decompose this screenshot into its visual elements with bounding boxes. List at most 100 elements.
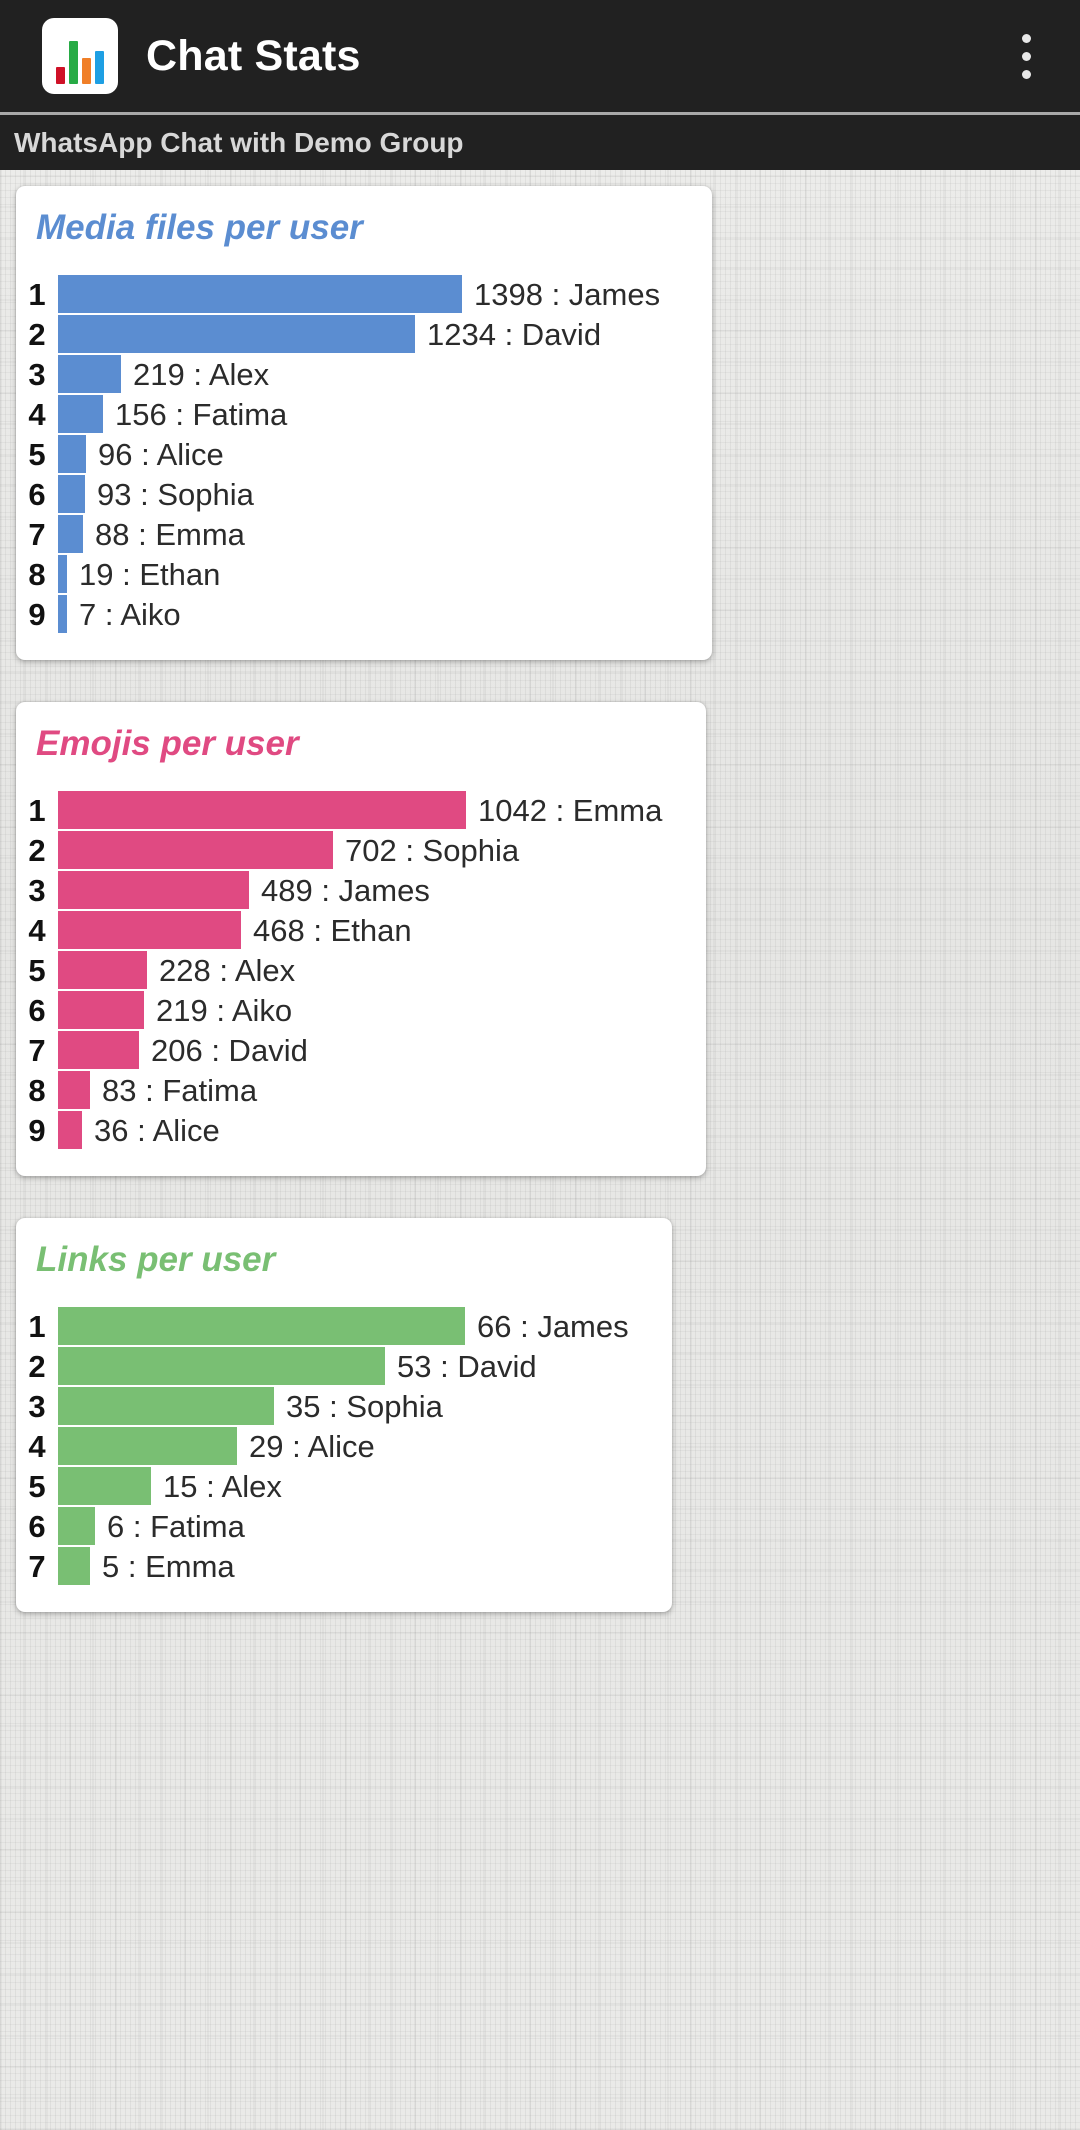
bar-rank: 6 xyxy=(28,476,46,512)
bar-rank: 4 xyxy=(28,1428,46,1464)
bar-value-label: 156 : Fatima xyxy=(115,396,288,432)
app-title: Chat Stats xyxy=(146,31,361,80)
bar-fill xyxy=(58,555,67,593)
bar-row: 4 468 : Ethan xyxy=(16,910,706,950)
bar-rank: 7 xyxy=(28,1032,46,1068)
bar-rank: 1 xyxy=(28,1308,46,1344)
bar-value-label: 206 : David xyxy=(151,1032,308,1068)
bar-track: 468 : Ethan xyxy=(58,911,706,949)
bar-track: 88 : Emma xyxy=(58,515,712,553)
chat-subtitle-bar: WhatsApp Chat with Demo Group xyxy=(0,112,1080,170)
bar-fill xyxy=(58,791,466,829)
bar-fill xyxy=(58,1387,274,1425)
bar-fill xyxy=(58,395,103,433)
bar-value-label: 15 : Alex xyxy=(163,1468,282,1504)
bar-fill xyxy=(58,1071,90,1109)
bar-rank: 7 xyxy=(28,516,46,552)
bar-value-label: 19 : Ethan xyxy=(79,556,221,592)
bar-list: 1 66 : James 2 53 : David 3 35 : Sophia 4 29 : … xyxy=(16,1306,672,1586)
bar-row: 1 1398 : James xyxy=(16,274,712,314)
bar-row: 6 219 : Aiko xyxy=(16,990,706,1030)
bar-track: 15 : Alex xyxy=(58,1467,672,1505)
bar-track: 35 : Sophia xyxy=(58,1387,672,1425)
bar-fill xyxy=(58,1467,151,1505)
bar-fill xyxy=(58,1031,139,1069)
bar-track: 83 : Fatima xyxy=(58,1071,706,1109)
bar-rank: 5 xyxy=(28,436,46,472)
bar-rank: 3 xyxy=(28,1388,46,1424)
bar-value-label: 1398 : James xyxy=(474,276,661,312)
bar-rank: 8 xyxy=(28,556,46,592)
bar-row: 6 6 : Fatima xyxy=(16,1506,672,1546)
bar-rank: 2 xyxy=(28,832,46,868)
bar-value-label: 219 : Aiko xyxy=(156,992,293,1028)
bar-rank: 6 xyxy=(28,992,46,1028)
bar-value-label: 228 : Alex xyxy=(159,952,296,988)
bar-fill xyxy=(58,275,462,313)
bar-row: 3 219 : Alex xyxy=(16,354,712,394)
bar-rank: 7 xyxy=(28,1548,46,1584)
bar-row: 9 36 : Alice xyxy=(16,1110,706,1150)
bar-row: 7 88 : Emma xyxy=(16,514,712,554)
bar-value-label: 5 : Emma xyxy=(102,1548,235,1584)
bar-row: 2 702 : Sophia xyxy=(16,830,706,870)
overflow-menu-icon[interactable] xyxy=(998,14,1054,98)
bar-value-label: 1042 : Emma xyxy=(478,792,663,828)
bar-track: 1398 : James xyxy=(58,275,712,313)
bar-row: 9 7 : Aiko xyxy=(16,594,712,634)
bar-rank: 6 xyxy=(28,1508,46,1544)
bar-value-label: 36 : Alice xyxy=(94,1112,220,1148)
bar-fill xyxy=(58,1507,95,1545)
bar-fill xyxy=(58,991,144,1029)
bar-fill xyxy=(58,1547,90,1585)
bar-track: 53 : David xyxy=(58,1347,672,1385)
bar-row: 8 83 : Fatima xyxy=(16,1070,706,1110)
bar-rank: 5 xyxy=(28,952,46,988)
chat-subtitle-label: WhatsApp Chat with Demo Group xyxy=(14,126,464,158)
bar-fill xyxy=(58,595,67,633)
bar-track: 6 : Fatima xyxy=(58,1507,672,1545)
bar-fill xyxy=(58,951,147,989)
bar-fill xyxy=(58,1111,82,1149)
bar-row: 4 29 : Alice xyxy=(16,1426,672,1466)
bar-chart-app-icon xyxy=(42,18,118,94)
bar-row: 2 53 : David xyxy=(16,1346,672,1386)
bar-value-label: 93 : Sophia xyxy=(97,476,254,512)
bar-fill xyxy=(58,315,415,353)
bar-track: 66 : James xyxy=(58,1307,672,1345)
bar-rank: 4 xyxy=(28,912,46,948)
bar-row: 7 206 : David xyxy=(16,1030,706,1070)
app-bar: Chat Stats xyxy=(0,0,1080,112)
bar-rank: 3 xyxy=(28,872,46,908)
bar-fill xyxy=(58,911,241,949)
stat-card-title: Links per user xyxy=(36,1240,276,1279)
bar-track: 219 : Alex xyxy=(58,355,712,393)
bar-value-label: 66 : James xyxy=(477,1308,629,1344)
bar-list: 1 1042 : Emma 2 702 : Sophia 3 489 : James 4 46… xyxy=(16,790,706,1150)
bar-rank: 2 xyxy=(28,316,46,352)
bar-value-label: 88 : Emma xyxy=(95,516,245,552)
bar-row: 5 96 : Alice xyxy=(16,434,712,474)
stats-scroll-container[interactable]: Media files per user 1 1398 : James 2 1234 :… xyxy=(0,170,1080,1612)
bar-row: 8 19 : Ethan xyxy=(16,554,712,594)
bar-value-label: 219 : Alex xyxy=(133,356,270,392)
bar-row: 1 1042 : Emma xyxy=(16,790,706,830)
bar-track: 219 : Aiko xyxy=(58,991,706,1029)
bar-row: 1 66 : James xyxy=(16,1306,672,1346)
bar-list: 1 1398 : James 2 1234 : David 3 219 : Alex 4 15… xyxy=(16,274,712,634)
bar-fill xyxy=(58,355,121,393)
bar-row: 6 93 : Sophia xyxy=(16,474,712,514)
bar-track: 36 : Alice xyxy=(58,1111,706,1149)
bar-fill xyxy=(58,475,85,513)
bar-fill xyxy=(58,1307,465,1345)
bar-row: 3 35 : Sophia xyxy=(16,1386,672,1426)
bar-value-label: 7 : Aiko xyxy=(79,596,181,632)
bar-rank: 5 xyxy=(28,1468,46,1504)
bar-track: 156 : Fatima xyxy=(58,395,712,433)
bar-row: 7 5 : Emma xyxy=(16,1546,672,1586)
stat-card: Links per user 1 66 : James 2 53 : David 3 35 … xyxy=(16,1218,672,1612)
bar-value-label: 6 : Fatima xyxy=(107,1508,245,1544)
bar-rank: 9 xyxy=(28,596,46,632)
bar-rank: 9 xyxy=(28,1112,46,1148)
bar-rank: 2 xyxy=(28,1348,46,1384)
